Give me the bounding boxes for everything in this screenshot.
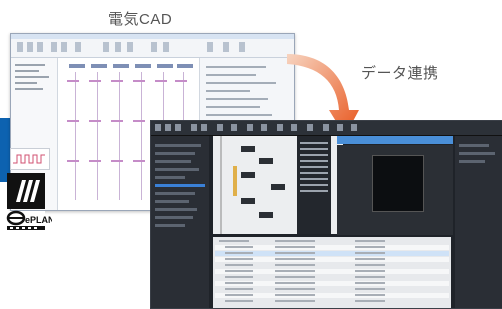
eplan-logo: ePLAN — [2, 170, 55, 232]
studio-io-map-table — [213, 237, 451, 308]
studio-variable-list — [297, 136, 331, 234]
eplan-logo-text: ePLAN — [25, 215, 52, 225]
controller-rack-image — [372, 155, 424, 212]
studio-active-tab[interactable] — [337, 136, 453, 144]
data-link-caption: データ連携 — [361, 65, 439, 82]
cad-caption: 電気CAD — [108, 11, 173, 28]
studio-device-view — [337, 145, 453, 235]
studio-toolbox-panel — [455, 136, 502, 308]
studio-multiview-explorer — [151, 136, 209, 308]
automation-software-window — [150, 120, 502, 309]
cad-ribbon — [11, 39, 294, 58]
studio-toolbar — [151, 121, 502, 136]
waveform-thumbnail — [10, 148, 50, 170]
